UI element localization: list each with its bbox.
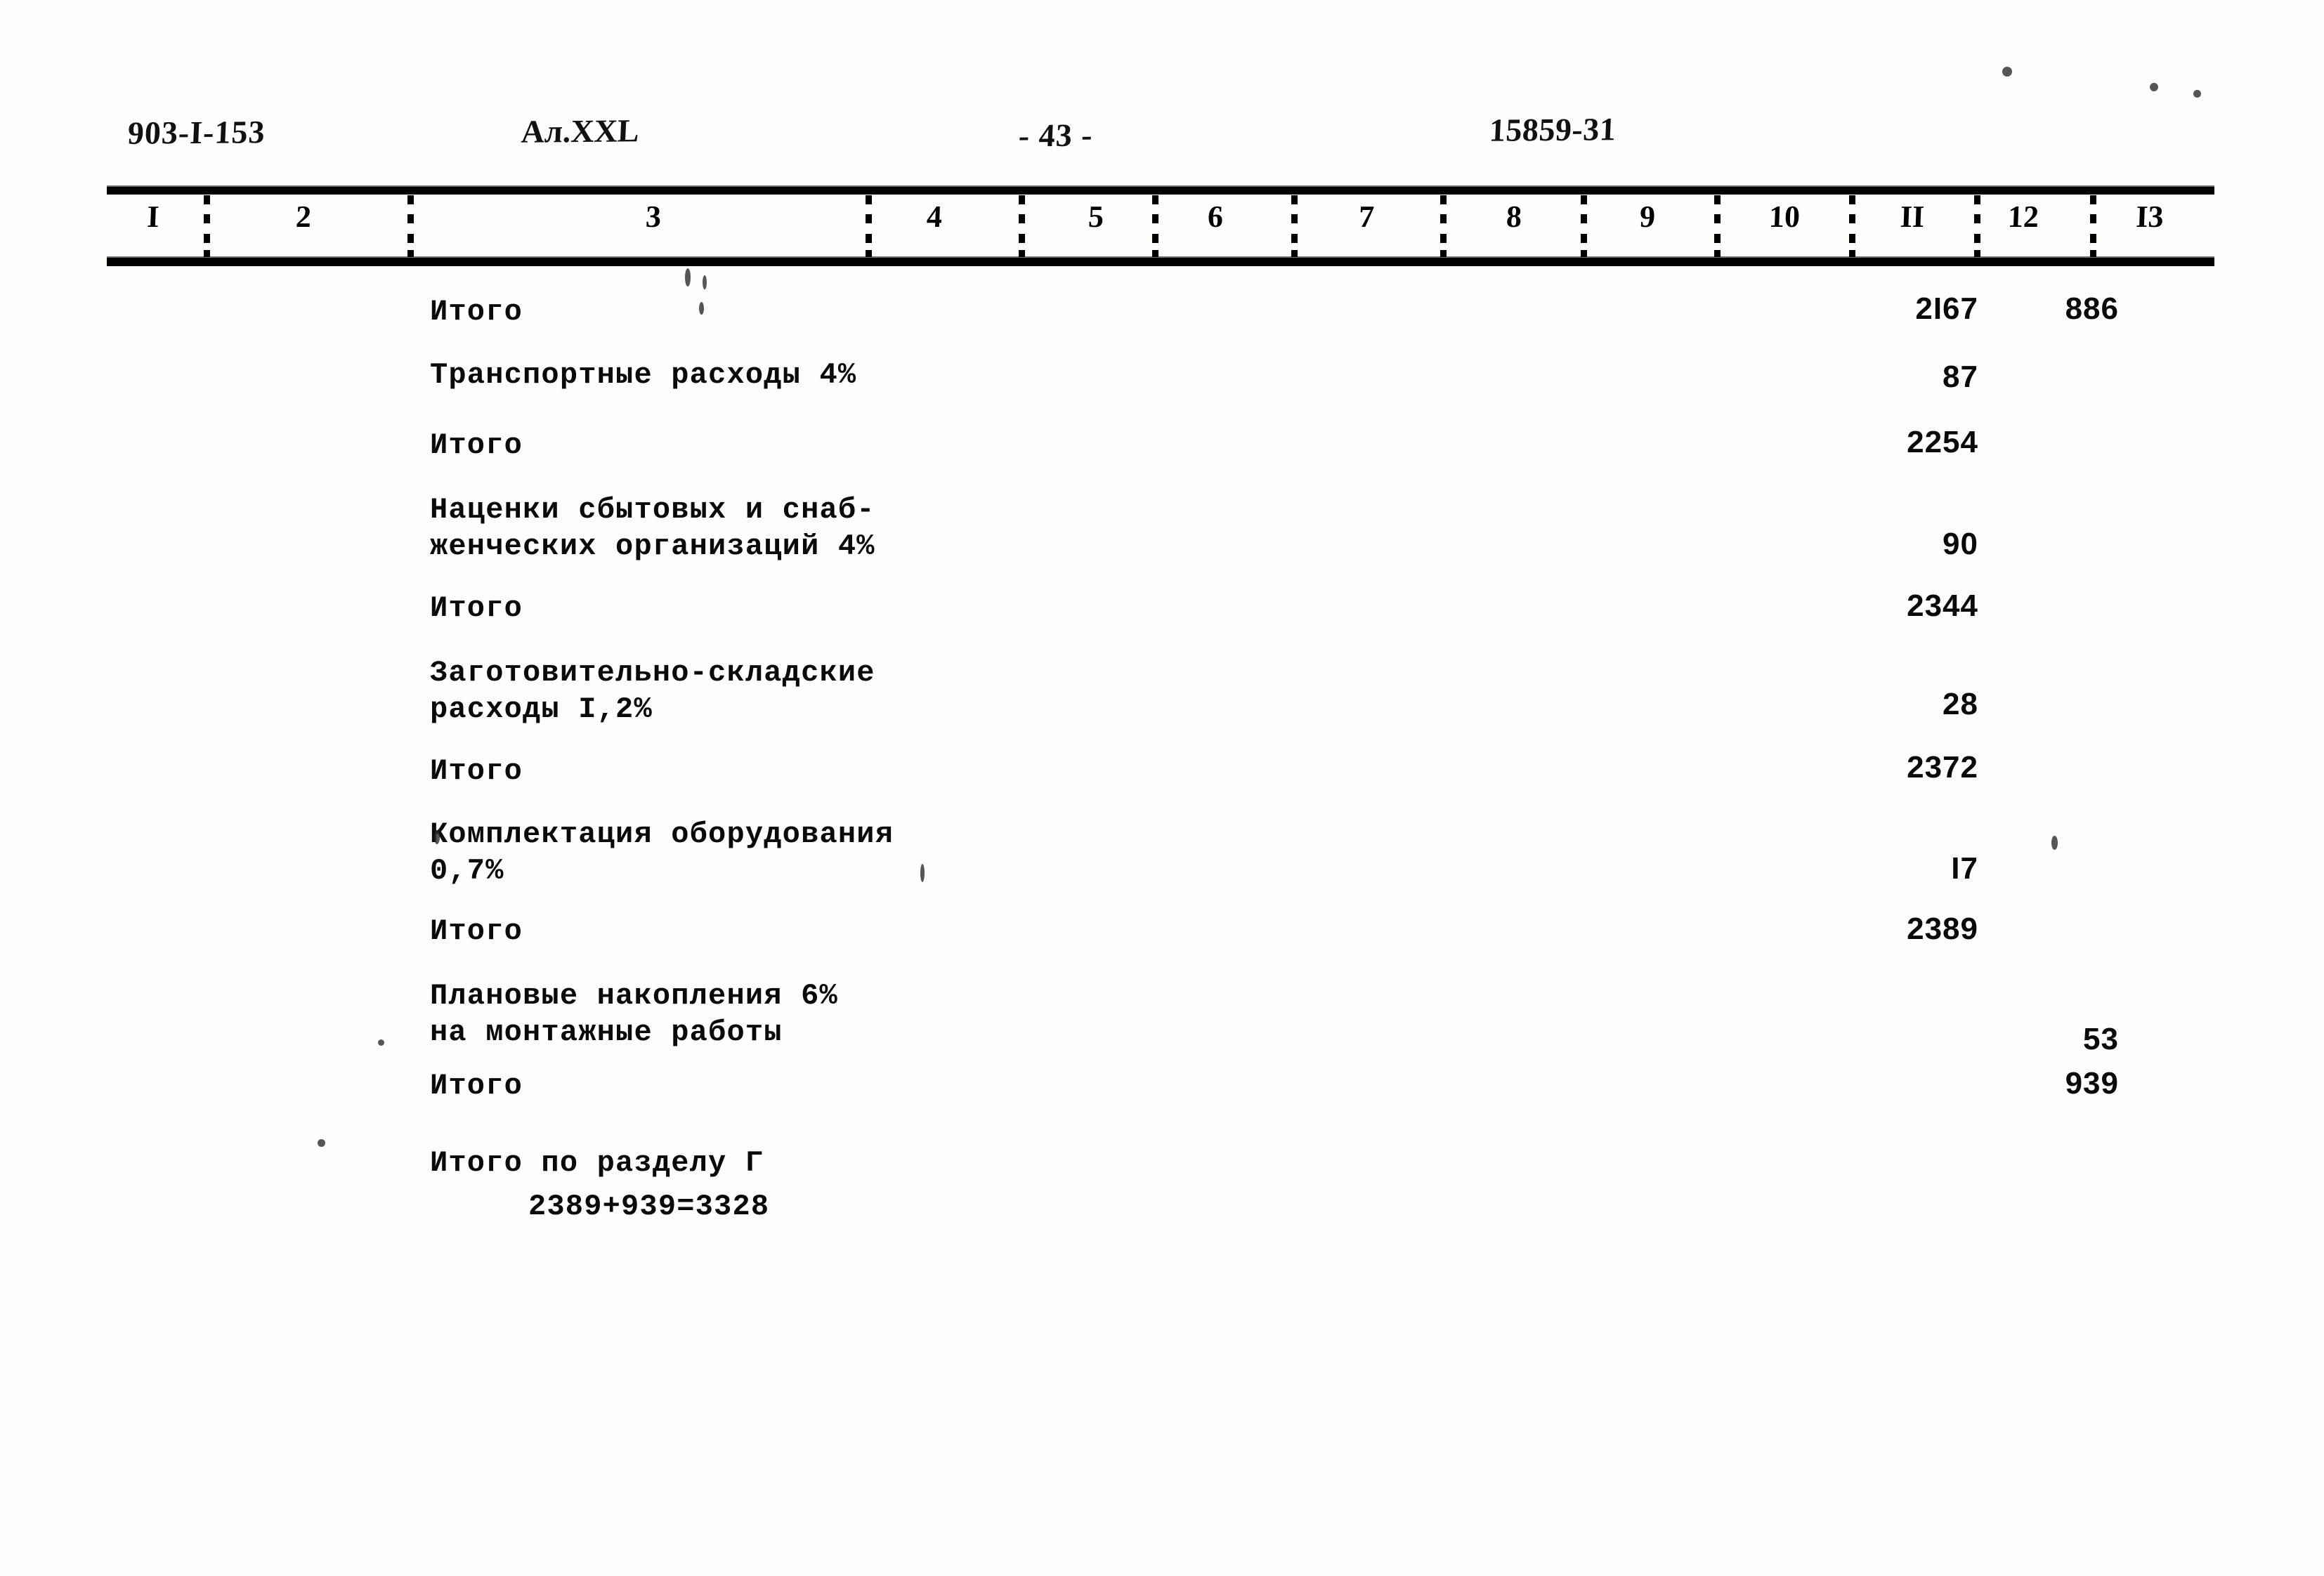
column-separator-10 <box>1849 195 1855 257</box>
table-rule-top <box>107 185 2214 195</box>
page-header: 903-I-153 Ал.XXL - 43 - 15859-31 <box>0 111 2324 167</box>
column-header-8: 8 <box>1506 199 1522 234</box>
column-header-1: I <box>146 199 160 234</box>
column-header-12: 12 <box>2007 199 2039 234</box>
scan-speck <box>920 864 925 882</box>
column-separator-12 <box>2090 195 2096 257</box>
row-description: Итого <box>430 591 523 625</box>
column-separator-5 <box>1152 195 1158 257</box>
document-page: 903-I-153 Ал.XXL - 43 - 15859-31 I 2 3 4 5 6 7… <box>0 0 2324 1576</box>
column-separator-7 <box>1440 195 1447 257</box>
row-value-col11: 2372 <box>1907 750 1978 784</box>
row-value-col11: 2254 <box>1907 425 1978 459</box>
column-separator-1 <box>204 195 210 257</box>
row-description: Итого <box>430 914 523 948</box>
row-value-col11: I7 <box>1951 851 1978 886</box>
row-description: Итого <box>430 428 523 462</box>
table-rule-bottom <box>107 256 2214 266</box>
sheet-number: 15859-31 <box>1488 111 1617 148</box>
document-code: 903-I-153 <box>126 114 266 151</box>
scan-speck <box>2051 836 2058 850</box>
page-number: - 43 - <box>1017 117 1094 154</box>
column-header-11: II <box>1900 199 1925 234</box>
row-description: Плановые накопления 6% на монтажные рабо… <box>430 979 838 1049</box>
row-value-col12: 53 <box>2083 1022 2119 1056</box>
row-value-col12: 886 <box>2065 291 2119 326</box>
column-header-5: 5 <box>1088 199 1104 234</box>
row-value-col11: 2I67 <box>1915 291 1978 326</box>
row-value-col11: 2344 <box>1907 589 1978 623</box>
column-header-4: 4 <box>926 199 943 234</box>
row-description: Итого <box>430 1069 523 1103</box>
column-separator-2 <box>407 195 414 257</box>
summary-calculation: 2389+939=3328 <box>528 1190 770 1223</box>
column-separator-8 <box>1581 195 1587 257</box>
scan-speck <box>434 830 440 844</box>
column-separator-3 <box>866 195 872 257</box>
column-separator-4 <box>1019 195 1025 257</box>
row-value-col11: 87 <box>1943 360 1978 394</box>
row-description: Заготовительно-складские расходы I,2% <box>430 656 875 726</box>
album-label: Ал.XXL <box>520 112 640 150</box>
column-separator-9 <box>1714 195 1721 257</box>
summary-label: Итого по разделу Г <box>430 1146 764 1180</box>
row-value-col11: 90 <box>1943 527 1978 561</box>
column-header-7: 7 <box>1358 199 1375 234</box>
scan-speck <box>2002 67 2012 77</box>
scan-speck <box>378 1039 384 1046</box>
row-description: Итого <box>430 754 523 788</box>
row-value-col11: 28 <box>1943 687 1978 721</box>
scan-speck <box>2193 90 2201 98</box>
scan-speck <box>703 275 707 289</box>
row-description: Итого <box>430 295 523 329</box>
scan-speck <box>685 268 691 287</box>
row-value-col11: 2389 <box>1907 912 1978 946</box>
column-header-6: 6 <box>1207 199 1224 234</box>
scan-speck <box>318 1139 325 1147</box>
scan-speck <box>2150 83 2158 91</box>
column-header-3: 3 <box>645 199 662 234</box>
column-header-9: 9 <box>1639 199 1656 234</box>
column-header-2: 2 <box>295 199 312 234</box>
scan-speck <box>699 302 704 315</box>
column-header-13: I3 <box>2135 199 2165 234</box>
row-description: Наценки сбытовых и снаб- женческих орган… <box>430 493 875 563</box>
column-separator-11 <box>1974 195 1980 257</box>
row-description: Комплектация оборудования 0,7% <box>430 817 894 888</box>
row-value-col12: 939 <box>2065 1066 2119 1101</box>
column-header-10: 10 <box>1768 199 1801 234</box>
column-separator-6 <box>1291 195 1298 257</box>
row-description: Транспортные расходы 4% <box>430 358 857 392</box>
